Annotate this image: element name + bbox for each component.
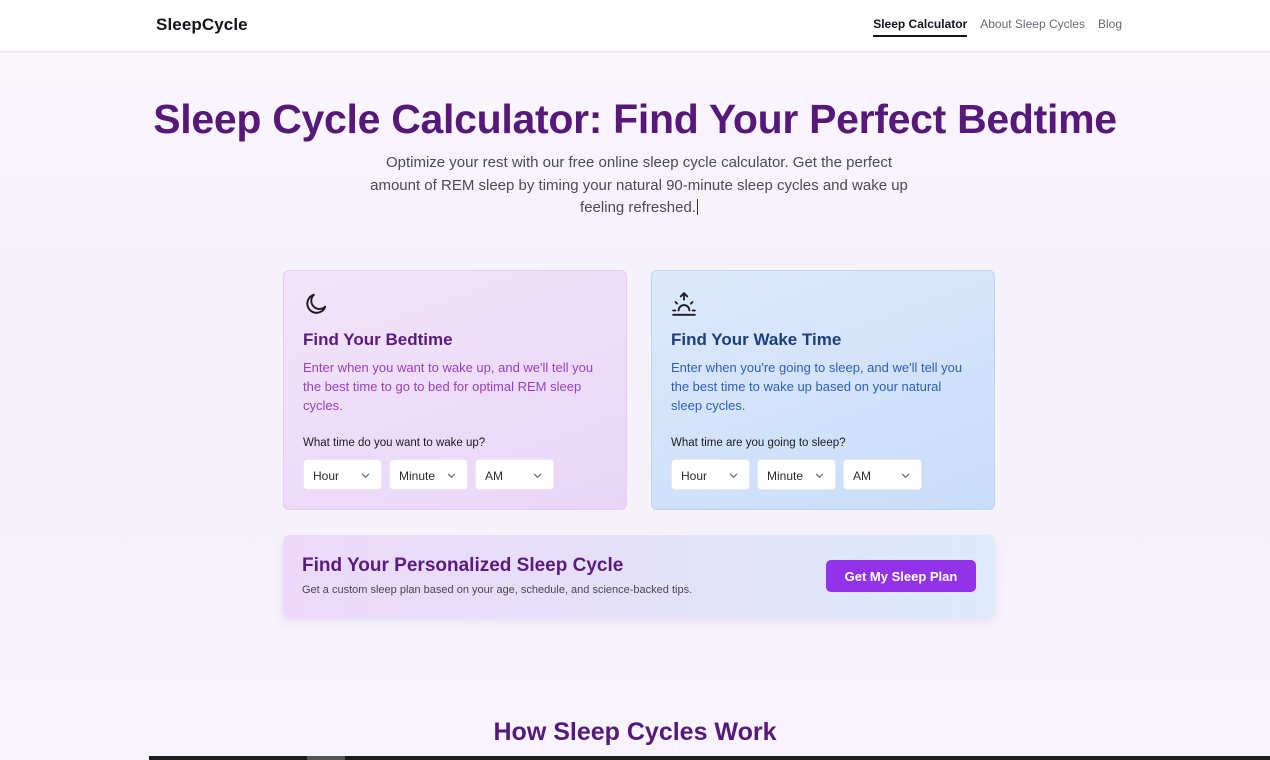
scrollbar-thumb[interactable] (307, 756, 345, 760)
sleep-minute-select[interactable]: Minute (757, 459, 836, 490)
wake-time-card: Find Your Wake Time Enter when you're go… (651, 270, 995, 510)
sleep-time-selects: Hour Minute AM (671, 459, 922, 490)
wake-ampm-value: AM (485, 469, 503, 483)
top-nav: SleepCycle Sleep Calculator About Sleep … (0, 0, 1270, 52)
site-logo[interactable]: SleepCycle (156, 15, 248, 35)
wake-card-title: Find Your Wake Time (671, 330, 842, 349)
wake-ampm-select[interactable]: AM (475, 459, 554, 490)
chevron-down-icon (901, 473, 910, 478)
hero-subtitle-text: Optimize your rest with our free online … (370, 154, 908, 216)
get-sleep-plan-button[interactable]: Get My Sleep Plan (826, 560, 976, 592)
wake-card-description: Enter when you're going to sleep, and we… (671, 360, 963, 413)
bedtime-card-title: Find Your Bedtime (303, 330, 453, 349)
nav-link-sleep-calculator[interactable]: Sleep Calculator (873, 17, 968, 37)
sleep-hour-select[interactable]: Hour (671, 459, 750, 490)
bedtime-card-description: Enter when you want to wake up, and we'l… (303, 360, 594, 413)
text-cursor (696, 199, 698, 215)
wake-minute-select[interactable]: Minute (389, 459, 468, 490)
nav-links: Sleep Calculator About Sleep Cycles Blog (873, 17, 1122, 37)
nav-link-blog[interactable]: Blog (1098, 17, 1122, 37)
sleep-hour-value: Hour (681, 469, 708, 483)
sleep-time-question: What time are you going to sleep? (671, 437, 846, 449)
personalized-plan-banner: Find Your Personalized Sleep Cycle Get a… (283, 535, 995, 618)
chevron-down-icon (533, 473, 542, 478)
chevron-down-icon (447, 473, 456, 478)
moon-icon (306, 293, 327, 314)
hero-subtitle: Optimize your rest with our free online … (370, 152, 908, 220)
sleep-minute-value: Minute (767, 469, 804, 483)
nav-link-about-sleep-cycles[interactable]: About Sleep Cycles (980, 17, 1085, 37)
wake-time-selects: Hour Minute AM (303, 459, 554, 490)
how-sleep-cycles-work-heading: How Sleep Cycles Work (493, 718, 777, 746)
wake-hour-value: Hour (313, 469, 340, 483)
wake-time-question: What time do you want to wake up? (303, 437, 486, 449)
page-title: Sleep Cycle Calculator: Find Your Perfec… (153, 96, 1117, 142)
bedtime-card: Find Your Bedtime Enter when you want to… (283, 270, 627, 510)
sleep-ampm-value: AM (853, 469, 871, 483)
wake-minute-value: Minute (399, 469, 436, 483)
banner-title: Find Your Personalized Sleep Cycle (302, 555, 624, 576)
chevron-down-icon (729, 473, 738, 478)
banner-subtitle: Get a custom sleep plan based on your ag… (302, 584, 693, 596)
sunrise-icon (672, 292, 696, 316)
sleep-ampm-select[interactable]: AM (843, 459, 922, 490)
chevron-down-icon (815, 473, 824, 478)
wake-hour-select[interactable]: Hour (303, 459, 382, 490)
chevron-down-icon (361, 473, 370, 478)
